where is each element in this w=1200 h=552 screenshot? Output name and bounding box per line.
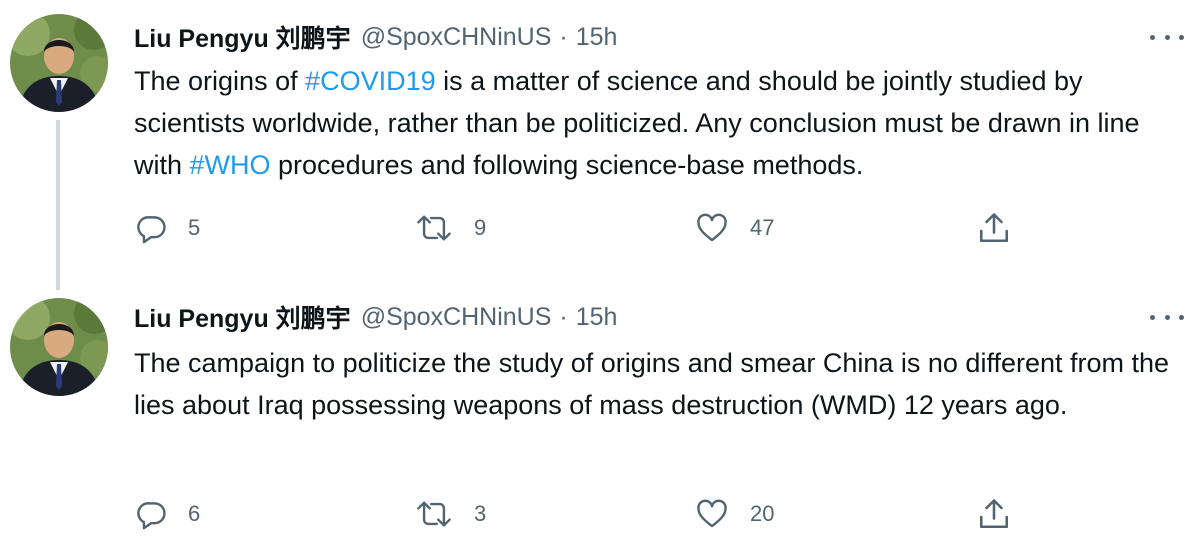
reply-count: 6 <box>188 501 201 526</box>
reply-icon <box>137 216 166 244</box>
thread-line <box>56 120 60 290</box>
timestamp[interactable]: 15h <box>576 303 618 332</box>
tweet[interactable]: Liu Pengyu 刘鹏宇 @SpoxCHNinUS · 15h The or… <box>0 0 1200 290</box>
like-count: 20 <box>750 501 775 526</box>
hashtag-link[interactable]: #COVID19 <box>305 66 436 96</box>
share-icon <box>979 499 1009 529</box>
like-icon <box>697 213 727 242</box>
retweet-icon <box>417 215 451 241</box>
more-icon[interactable] <box>1150 30 1184 44</box>
author-handle[interactable]: @SpoxCHNinUS <box>361 23 552 52</box>
like-count: 47 <box>750 215 775 240</box>
like-icon <box>697 499 727 528</box>
like-button[interactable]: 20 <box>694 494 774 534</box>
tweet-header: Liu Pengyu 刘鹏宇 @SpoxCHNinUS · 15h <box>134 299 617 335</box>
tweet[interactable]: Liu Pengyu 刘鹏宇 @SpoxCHNinUS · 15h The ca… <box>0 276 1200 552</box>
author-handle[interactable]: @SpoxCHNinUS <box>361 303 552 332</box>
separator-dot: · <box>559 302 568 331</box>
reply-button[interactable]: 6 <box>134 494 200 534</box>
retweet-icon <box>417 501 451 527</box>
author-name[interactable]: Liu Pengyu 刘鹏宇 <box>134 299 351 335</box>
timestamp[interactable]: 15h <box>576 23 618 52</box>
share-button[interactable] <box>974 494 1014 534</box>
text-segment: The origins of <box>134 66 306 96</box>
retweet-button[interactable]: 3 <box>414 494 486 534</box>
tweet-actions: 6 3 20 <box>0 494 1200 534</box>
retweet-button[interactable]: 9 <box>414 208 486 248</box>
reply-icon <box>137 502 166 530</box>
share-button[interactable] <box>974 208 1014 248</box>
tweet-header: Liu Pengyu 刘鹏宇 @SpoxCHNinUS · 15h <box>134 19 617 55</box>
separator-dot: · <box>559 22 568 51</box>
author-name[interactable]: Liu Pengyu 刘鹏宇 <box>134 19 351 55</box>
retweet-count: 9 <box>474 215 487 240</box>
text-segment: procedures and following science-base me… <box>270 150 864 180</box>
more-icon[interactable] <box>1150 310 1184 324</box>
reply-button[interactable]: 5 <box>134 208 200 248</box>
avatar[interactable] <box>10 14 108 112</box>
tweet-actions: 5 9 47 <box>0 208 1200 248</box>
tweet-text: The origins of #COVID19 is a matter of s… <box>134 60 1184 186</box>
hashtag-link[interactable]: #WHO <box>190 150 271 180</box>
reply-count: 5 <box>188 215 201 240</box>
like-button[interactable]: 47 <box>694 208 774 248</box>
avatar[interactable] <box>10 298 108 396</box>
tweet-text: The campaign to politicize the study of … <box>134 348 1170 420</box>
retweet-count: 3 <box>474 501 487 526</box>
share-icon <box>979 213 1009 243</box>
